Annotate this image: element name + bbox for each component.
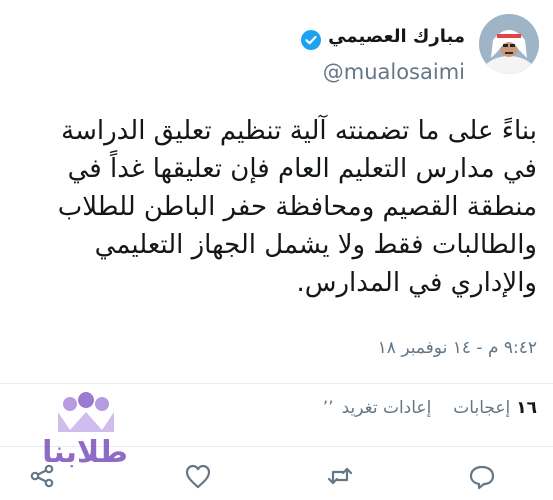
- watermark-logo: طلابنا: [20, 390, 150, 470]
- retweet-icon[interactable]: [325, 461, 355, 491]
- tweet-card: مبارك العصيمي @mualosaimi بناءً على ما ت…: [0, 0, 553, 500]
- stats-partial: ٬٬: [322, 398, 334, 418]
- user-handle[interactable]: @mualosaimi: [323, 60, 465, 84]
- tweet-stats: ١٦ إعجابات إعادات تغريد ٬٬: [323, 398, 537, 418]
- tweet-timestamp[interactable]: ٩:٤٢ م - ١٤ نوفمبر ١٨: [378, 338, 537, 358]
- display-name[interactable]: مبارك العصيمي: [328, 26, 465, 47]
- svg-text:طلابنا: طلابنا: [42, 435, 128, 470]
- likes-label[interactable]: إعجابات: [453, 398, 510, 418]
- avatar[interactable]: [479, 14, 539, 74]
- avatar-image: [479, 14, 539, 74]
- divider: [0, 383, 553, 384]
- likes-count: ١٦: [516, 398, 537, 418]
- heart-icon[interactable]: [183, 461, 213, 491]
- tweet-text-line: بناءً على ما تضمنته آلية تنظيم تعليق الد…: [61, 116, 537, 146]
- reply-icon[interactable]: [467, 461, 497, 491]
- tweet-text-line: في مدارس التعليم العام فإن تعليقها غداً …: [67, 154, 537, 184]
- tweet-text: بناءً على ما تضمنته آلية تنظيم تعليق الد…: [15, 112, 537, 302]
- tweet-text-line: منطقة القصيم ومحافظة حفر الباطن للطلاب: [57, 192, 537, 222]
- tweet-text-line: والإداري في المدارس.: [296, 268, 537, 298]
- tweet-text-line: والطالبات فقط ولا يشمل الجهاز التعليمي: [94, 230, 537, 260]
- retweets-label[interactable]: إعادات تغريد: [342, 398, 432, 418]
- verified-badge-icon: [301, 30, 321, 50]
